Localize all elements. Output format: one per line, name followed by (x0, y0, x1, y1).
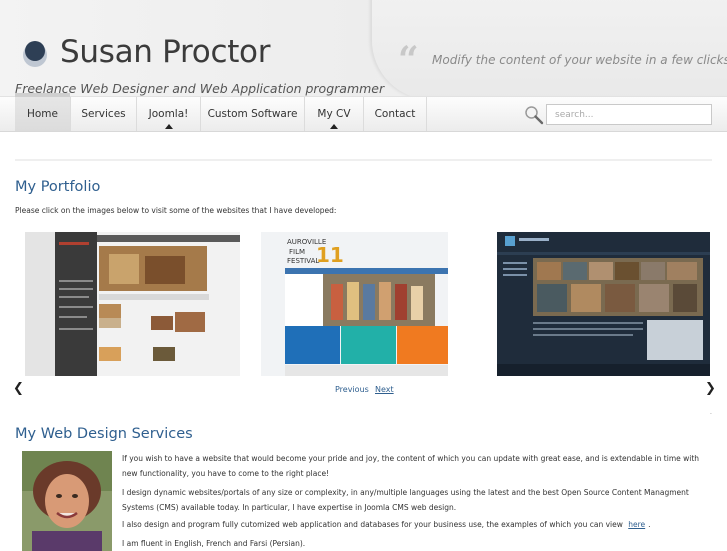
nav-item-custom-software[interactable]: Custom Software (201, 97, 305, 131)
portfolio-thumbnail[interactable]: AUROVILLE FILM FESTIVAL 11 (261, 232, 448, 376)
quote-icon: “ (398, 39, 419, 81)
search-input[interactable] (546, 104, 712, 125)
site-title[interactable]: Susan Proctor (60, 34, 270, 70)
nav-item-label: Contact (374, 108, 416, 120)
nav-item-label: Home (26, 108, 58, 120)
submenu-caret-icon (330, 124, 338, 129)
portfolio-thumbnail[interactable] (25, 232, 240, 376)
portfolio-heading: My Portfolio (15, 179, 101, 195)
website-screenshot-image (497, 232, 710, 376)
paragraph-end-punctuation: . (648, 520, 651, 529)
submenu-caret-icon (164, 124, 173, 129)
nav-item-label: Services (81, 108, 126, 120)
carousel-prev-arrow-icon[interactable]: ❮ (13, 381, 24, 396)
pager-previous-link[interactable]: Previous (335, 385, 369, 394)
website-screenshot-image (25, 232, 240, 376)
website-screenshot-image: AUROVILLE FILM FESTIVAL 11 (261, 232, 448, 376)
carousel-next-arrow-icon[interactable]: ❯ (705, 381, 716, 396)
svg-text:11: 11 (316, 243, 344, 267)
services-heading: My Web Design Services (15, 426, 193, 442)
logo-icon (23, 41, 47, 67)
examples-here-link[interactable]: here (625, 520, 648, 529)
content-divider (15, 159, 712, 161)
carousel-marker: . (710, 409, 712, 416)
services-paragraph: If you wish to have a website that would… (122, 454, 700, 478)
nav-item-contact[interactable]: Contact (364, 97, 427, 131)
nav-item-joomla[interactable]: Joomla! (137, 97, 201, 131)
portrait-image (22, 451, 112, 551)
portfolio-thumbnail[interactable] (497, 232, 710, 376)
nav-item-label: Custom Software (207, 108, 298, 120)
search-icon[interactable] (524, 105, 544, 125)
svg-text:FILM: FILM (289, 248, 305, 256)
header-quote: Modify the content of your website in a … (432, 53, 727, 67)
portfolio-intro-text: Please click on the images below to visi… (15, 206, 337, 215)
header-swoosh-decoration (372, 0, 727, 100)
nav-item-label: My CV (317, 108, 351, 120)
nav-item-home[interactable]: Home (15, 93, 71, 131)
nav-item-my-cv[interactable]: My CV (305, 97, 364, 131)
nav-item-label: Joomla! (148, 108, 189, 120)
site-tagline: Freelance Web Designer and Web Applicati… (15, 81, 385, 96)
services-paragraph: I design dynamic websites/portals of any… (122, 488, 689, 512)
services-paragraph-text: I also design and program fully cutomize… (122, 520, 623, 529)
nav-item-services[interactable]: Services (71, 97, 137, 131)
services-paragraph: I am fluent in English, French and Farsi… (122, 539, 306, 548)
portrait-photo (22, 451, 112, 551)
svg-text:FESTIVAL: FESTIVAL (287, 257, 319, 265)
pager-next-link[interactable]: Next (375, 385, 394, 394)
services-paragraph: I also design and program fully cutomize… (122, 517, 707, 532)
